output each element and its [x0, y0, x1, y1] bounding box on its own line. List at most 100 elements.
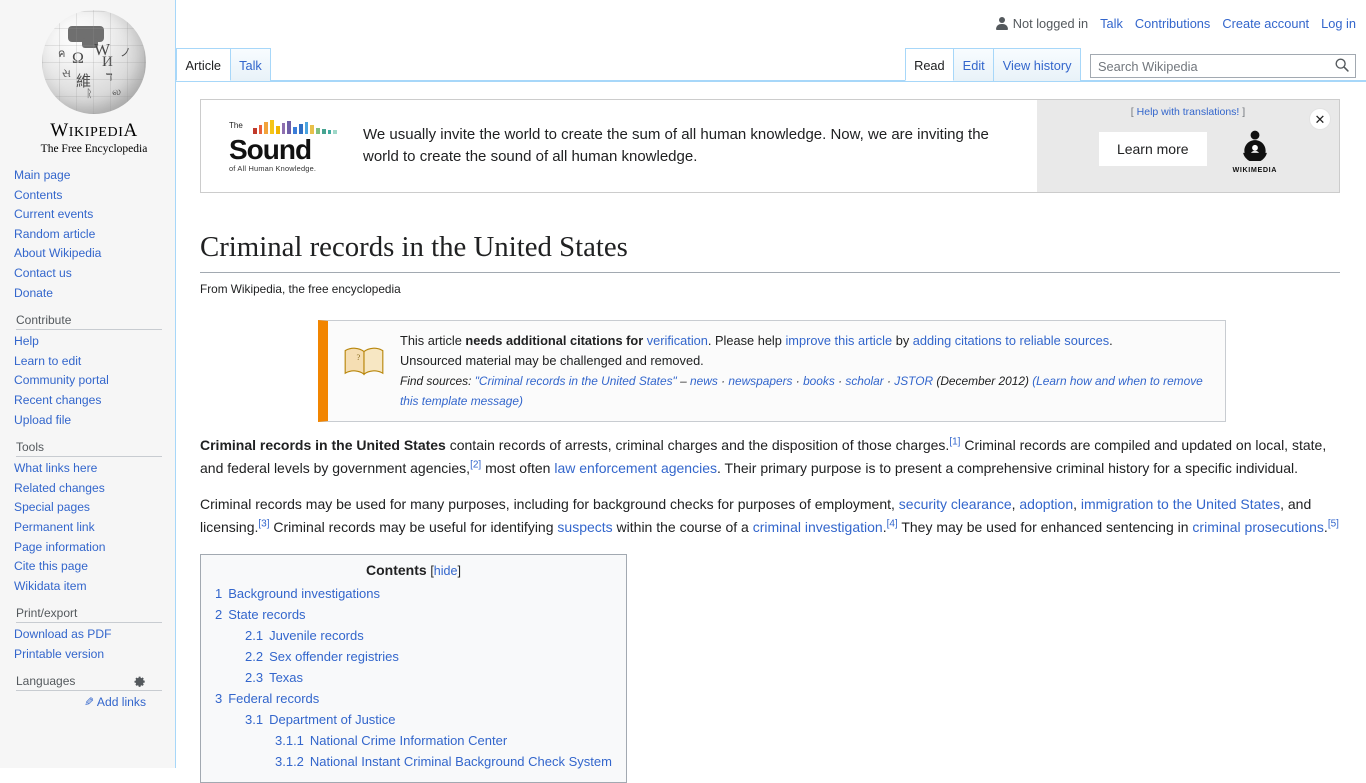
toc-toggle[interactable]: [hide]	[430, 564, 461, 578]
sidebar-item-community-portal[interactable]: Community portal	[14, 371, 162, 391]
wikimedia-logo: WIKIMEDIA	[1233, 127, 1278, 174]
toc-entry-link[interactable]: 2.2Sex offender registries	[245, 649, 399, 664]
search-icon[interactable]	[1329, 55, 1355, 77]
toc-entry[interactable]: 2.3Texas	[215, 667, 612, 688]
reference-marker[interactable]: [4]	[887, 518, 898, 529]
paragraph: Criminal records may be used for many pu…	[200, 493, 1340, 538]
article-link[interactable]: criminal investigation	[753, 519, 883, 535]
reference-link[interactable]: [5]	[1328, 518, 1339, 529]
toc-entry-link[interactable]: 1Background investigations	[215, 586, 380, 601]
toc-entry[interactable]: 2.1Juvenile records	[215, 625, 612, 646]
toc-entry-link[interactable]: 3.1 Department of Justice	[245, 712, 396, 727]
sidebar-item-what-links-here[interactable]: What links here	[14, 459, 162, 479]
article-link[interactable]: criminal prosecutions	[1192, 519, 1324, 535]
toc-entry-number: 3.1	[245, 709, 263, 730]
sidebar-item-special-pages[interactable]: Special pages	[14, 498, 162, 518]
gear-icon[interactable]	[133, 675, 146, 688]
toc-entry[interactable]: 3.1.1National Crime Information Center	[215, 730, 612, 751]
svg-text:?: ?	[356, 352, 360, 362]
sidebar-item-download-as-pdf[interactable]: Download as PDF	[14, 625, 162, 645]
article-link[interactable]: immigration to the United States	[1081, 496, 1280, 512]
toc-entry[interactable]: 1Background investigations	[215, 583, 612, 604]
toc-entry-link[interactable]: 2State records	[215, 607, 306, 622]
sidebar-item-contents[interactable]: Contents	[14, 186, 162, 206]
reference-marker[interactable]: [3]	[258, 518, 269, 529]
toc-hide-link[interactable]: hide	[434, 564, 458, 578]
learn-more-button[interactable]: Learn more	[1099, 132, 1207, 166]
find-source-scholar[interactable]: scholar	[845, 374, 883, 388]
sidebar-item-page-information[interactable]: Page information	[14, 538, 162, 558]
tab-talk[interactable]: Talk	[230, 48, 272, 81]
sidebar-item-donate[interactable]: Donate	[14, 284, 162, 304]
reference-link[interactable]: [2]	[470, 459, 481, 470]
sidebar-item-cite-this-page[interactable]: Cite this page	[14, 557, 162, 577]
toc-entry-number: 2	[215, 604, 222, 625]
toc-entry-text: Background investigations	[228, 586, 380, 601]
close-icon[interactable]: ✕	[1309, 108, 1331, 130]
link-improve-this-article[interactable]: improve this article	[785, 333, 892, 348]
find-source-newspapers[interactable]: newspapers	[728, 374, 792, 388]
sound-logo-bar	[287, 121, 291, 134]
article-link[interactable]: security clearance	[899, 496, 1012, 512]
find-source-books[interactable]: books	[803, 374, 835, 388]
site-subtitle: From Wikipedia, the free encyclopedia	[200, 282, 1350, 296]
article-link[interactable]: law enforcement agencies	[554, 460, 717, 476]
reference-link[interactable]: [1]	[949, 437, 960, 448]
sidebar-item-upload-file[interactable]: Upload file	[14, 411, 162, 431]
toc-entry-link[interactable]: 2.3Texas	[245, 670, 303, 685]
add-links-button[interactable]: ✎ Add links	[84, 695, 146, 709]
article-link[interactable]: suspects	[557, 519, 612, 535]
toc-entry-link[interactable]: 3Federal records	[215, 691, 319, 706]
sidebar-item-contact-us[interactable]: Contact us	[14, 264, 162, 284]
sidebar-item-recent-changes[interactable]: Recent changes	[14, 391, 162, 411]
reference-marker[interactable]: [1]	[949, 437, 960, 448]
sidebar-item-about-wikipedia[interactable]: About Wikipedia	[14, 244, 162, 264]
reference-link[interactable]: [4]	[887, 518, 898, 529]
reference-marker[interactable]: [2]	[470, 459, 481, 470]
sidebar-item-learn-to-edit[interactable]: Learn to edit	[14, 352, 162, 372]
sound-logo-bars-icon	[253, 120, 337, 134]
reference-marker[interactable]: [5]	[1328, 518, 1339, 529]
sidebar-item-related-changes[interactable]: Related changes	[14, 479, 162, 499]
tab-article[interactable]: Article	[176, 48, 231, 81]
toc-entry[interactable]: 2State records	[215, 604, 612, 625]
sidebar-tools-section: Tools What links here Related changes Sp…	[14, 440, 162, 596]
help-with-translations[interactable]: [ Help with translations! ]	[1037, 106, 1339, 118]
tab-view-history[interactable]: View history	[993, 48, 1081, 81]
search-input[interactable]	[1091, 55, 1355, 77]
reference-link[interactable]: [3]	[258, 518, 269, 529]
banner-left: The Sound of All Human Knowledge. We usu…	[201, 100, 1037, 192]
tab-read[interactable]: Read	[905, 48, 955, 81]
wikipedia-globe-icon: W Ω И 維 ד ค ノ સ ᚱ ல	[42, 10, 146, 114]
toc-entry-link[interactable]: 3.1.2National Instant Criminal Backgroun…	[275, 754, 612, 769]
toc-entry[interactable]: 3Federal records	[215, 688, 612, 709]
sidebar-item-main-page[interactable]: Main page	[14, 166, 162, 186]
sidebar-item-permanent-link[interactable]: Permanent link	[14, 518, 162, 538]
article-link[interactable]: adoption	[1019, 496, 1073, 512]
sidebar-item-printable-version[interactable]: Printable version	[14, 645, 162, 665]
wikipedia-logo[interactable]: W Ω И 維 ד ค ノ સ ᚱ ல WIKIPEDIA The Free E…	[14, 0, 174, 160]
toc-entry-link[interactable]: 3.1.1National Crime Information Center	[275, 733, 507, 748]
sidebar-item-help[interactable]: Help	[14, 332, 162, 352]
sound-logo-bar	[259, 125, 263, 134]
tab-edit[interactable]: Edit	[953, 48, 994, 81]
toc-entry-text: Texas	[269, 670, 303, 685]
sound-logo-bar	[322, 129, 326, 134]
sidebar-item-random-article[interactable]: Random article	[14, 225, 162, 245]
toc-entry-link[interactable]: 2.1Juvenile records	[245, 628, 364, 643]
toc-entry[interactable]: 3.1 Department of Justice	[215, 709, 612, 730]
sidebar-item-current-events[interactable]: Current events	[14, 205, 162, 225]
find-sources-query[interactable]: "Criminal records in the United States"	[475, 374, 677, 388]
toc-entry[interactable]: 3.1.2National Instant Criminal Backgroun…	[215, 751, 612, 772]
link-verification[interactable]: verification	[647, 333, 708, 348]
toc-entry[interactable]: 2.2Sex offender registries	[215, 646, 612, 667]
help-with-translations-link[interactable]: Help with translations!	[1137, 106, 1240, 118]
sidebar-item-wikidata-item[interactable]: Wikidata item	[14, 577, 162, 597]
sidebar-contribute-section: Contribute Help Learn to edit Community …	[14, 313, 162, 430]
find-source-jstor[interactable]: JSTOR	[894, 374, 933, 388]
link-adding-citations[interactable]: adding citations to reliable sources	[913, 333, 1109, 348]
find-source-news[interactable]: news	[690, 374, 718, 388]
add-links-row[interactable]: ✎ Add links	[14, 695, 162, 709]
toc-entry-text: Department of Justice	[269, 712, 395, 727]
toc-list: 1Background investigations 2State records…	[215, 583, 612, 772]
